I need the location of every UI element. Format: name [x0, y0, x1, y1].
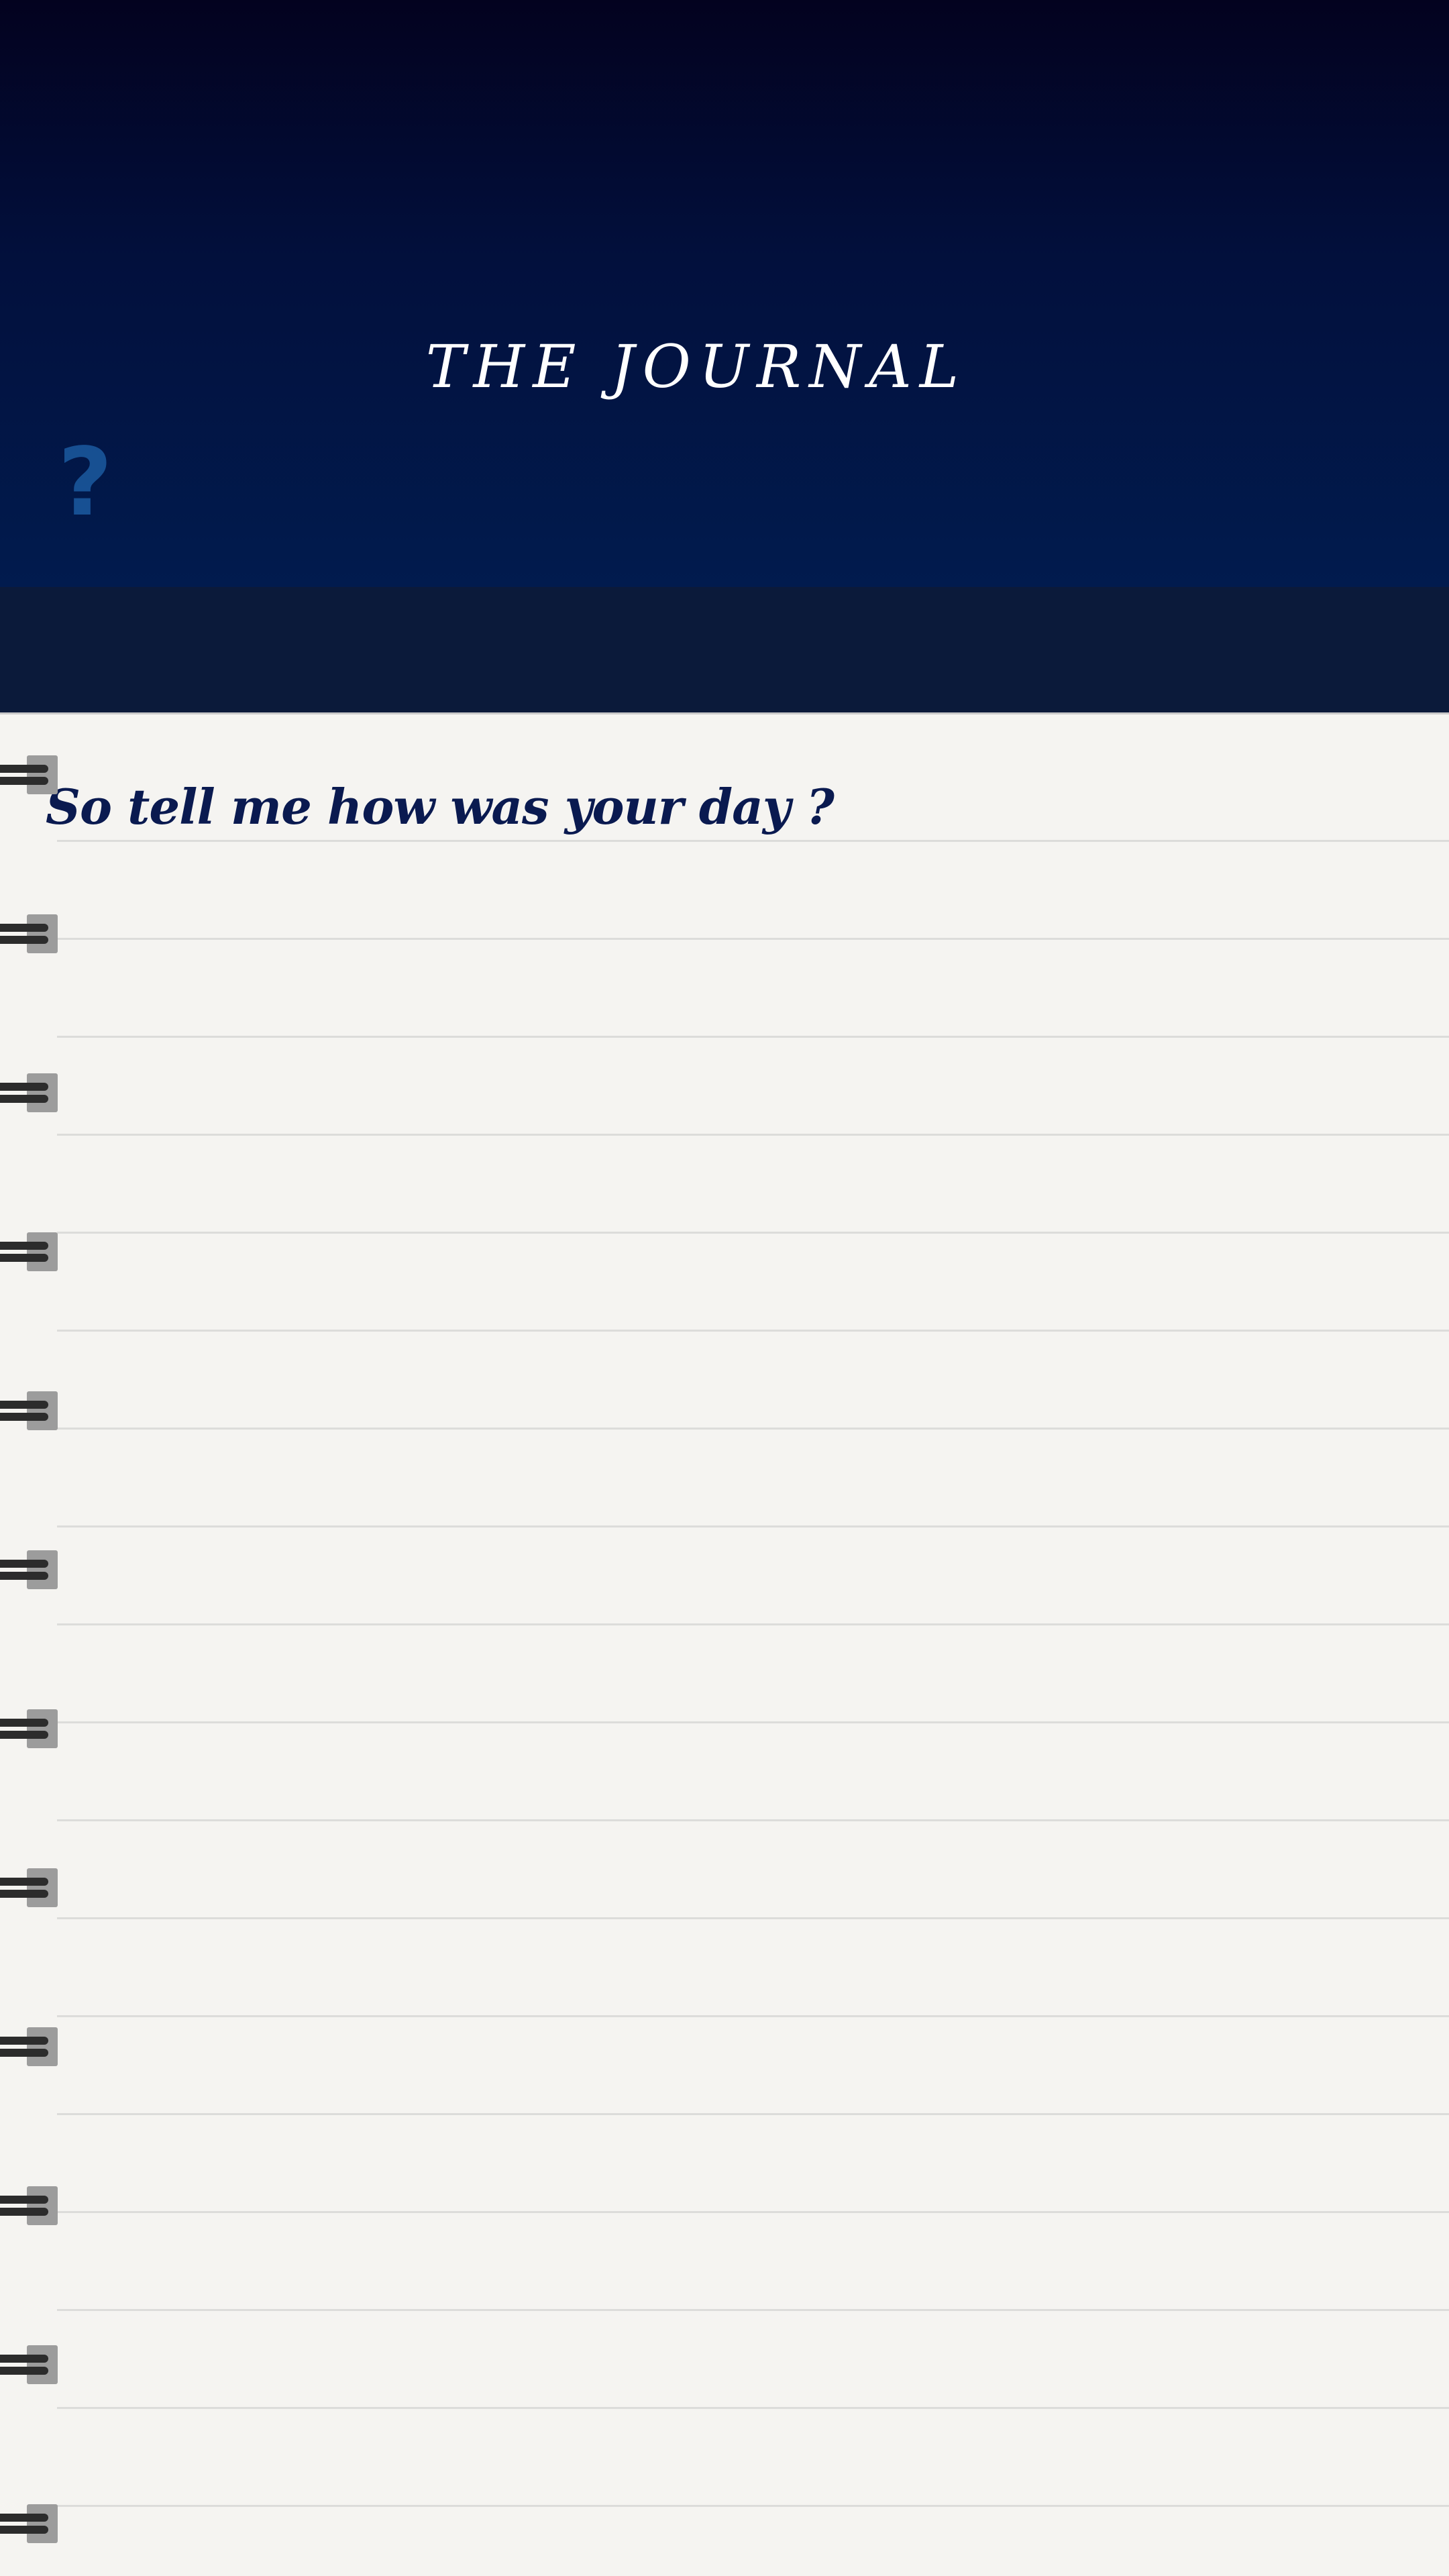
spiral-ring-icon	[0, 1550, 58, 1589]
ruled-line	[57, 1330, 1449, 1332]
spiral-ring-icon	[0, 1709, 58, 1748]
ruled-line	[57, 1819, 1449, 1821]
ruled-line	[57, 1232, 1449, 1234]
app-header: THE JOURNAL ?	[0, 0, 1449, 587]
ruled-line	[57, 840, 1449, 842]
spiral-ring-icon	[0, 2186, 58, 2225]
ruled-line	[57, 1525, 1449, 1527]
help-button[interactable]: ?	[48, 436, 122, 530]
spiral-ring-icon	[0, 2504, 58, 2543]
header-band	[0, 587, 1449, 714]
spiral-ring-icon	[0, 2027, 58, 2066]
journal-prompt: So tell me how was your day ?	[46, 778, 835, 835]
spiral-ring-icon	[0, 1073, 58, 1112]
ruled-line	[57, 1428, 1449, 1430]
spiral-ring-icon	[0, 1232, 58, 1271]
ruled-line	[57, 2407, 1449, 2409]
ruled-line	[57, 2015, 1449, 2017]
spiral-ring-icon	[0, 914, 58, 953]
spiral-ring-icon	[0, 1868, 58, 1907]
journal-page[interactable]	[0, 714, 1449, 2576]
spiral-ring-icon	[0, 2345, 58, 2384]
app-title: THE JOURNAL	[425, 332, 967, 401]
ruled-line	[57, 1623, 1449, 1625]
ruled-line	[57, 1036, 1449, 1038]
ruled-line	[57, 1721, 1449, 1723]
ruled-line	[57, 2211, 1449, 2213]
ruled-line	[57, 2113, 1449, 2115]
ruled-line	[57, 1917, 1449, 1919]
ruled-line	[57, 2505, 1449, 2507]
spiral-ring-icon	[0, 1391, 58, 1430]
spiral-ring-icon	[0, 755, 58, 794]
question-mark-icon: ?	[58, 428, 113, 537]
ruled-line	[57, 1134, 1449, 1136]
ruled-line	[57, 938, 1449, 940]
ruled-line	[57, 2309, 1449, 2311]
